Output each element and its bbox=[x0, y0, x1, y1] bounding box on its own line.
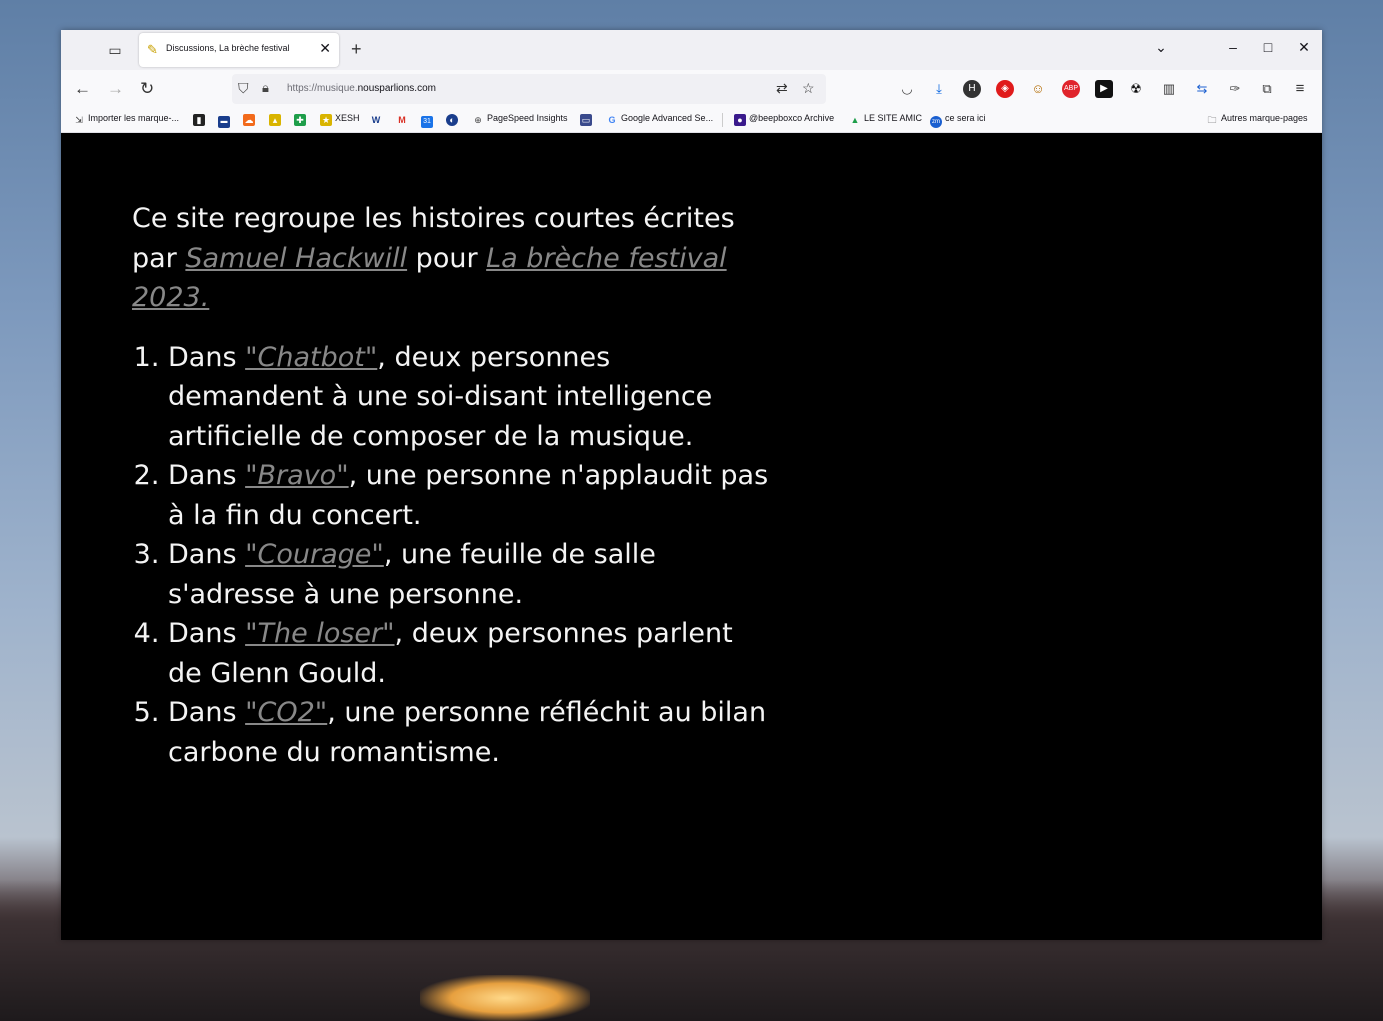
chevron-down-icon[interactable]: ⌄ bbox=[1151, 39, 1171, 56]
bookmark-calendar[interactable]: 31 bbox=[421, 113, 436, 128]
bookmark-favicon-1[interactable]: ▮ bbox=[193, 113, 208, 126]
extension-h-icon[interactable]: H bbox=[963, 80, 981, 98]
shield-icon[interactable]: ⛉ bbox=[238, 80, 249, 97]
barcode-icon[interactable]: ▥ bbox=[1160, 80, 1178, 98]
bookmark-google-advanced[interactable]: G Google Advanced Se... bbox=[606, 113, 713, 126]
bookmark-star-icon[interactable]: ☆ bbox=[802, 80, 815, 97]
adblock-icon[interactable]: ABP bbox=[1062, 80, 1080, 98]
bookmark-ce-sera-ici[interactable]: zm ce sera ici bbox=[930, 113, 986, 128]
new-tab-icon[interactable]: + bbox=[351, 39, 362, 60]
radiation-icon[interactable]: ☢ bbox=[1127, 80, 1145, 98]
bookmark-favicon-2[interactable]: ▬ bbox=[218, 113, 233, 128]
import-icon: ⇲ bbox=[75, 115, 83, 125]
extension-face-icon[interactable]: ☺ bbox=[1029, 80, 1047, 98]
story-link-bravo[interactable]: "Bravo" bbox=[245, 460, 349, 491]
intro-paragraph: Ce site regroupe les histoires courtes é… bbox=[132, 199, 772, 318]
list-item: Dans "CO2", une personne réfléchit au bi… bbox=[168, 693, 772, 772]
bookmarks-bar: ⇲ Importer les marque-... ▮ ▬ ☁ ▴ ✚ ★ XESH… bbox=[61, 108, 1322, 133]
extensions-puzzle-icon[interactable]: ⧉ bbox=[1258, 80, 1276, 98]
ublock-icon[interactable]: ◈ bbox=[996, 80, 1014, 98]
page-content: Ce site regroupe les histoires courtes é… bbox=[61, 133, 1322, 940]
bookmark-circle-icon: ◐ bbox=[446, 114, 458, 126]
xesh-icon: ★ bbox=[320, 114, 332, 126]
menu-icon[interactable]: ≡ bbox=[1291, 80, 1309, 98]
story-link-the-loser[interactable]: "The loser" bbox=[245, 618, 394, 649]
tab-list-icon[interactable]: ▭ bbox=[107, 42, 123, 58]
url-bar[interactable]: ⛉ 🔒︎ https://musique.nousparlions.com ⇄ … bbox=[232, 74, 826, 104]
play-icon[interactable]: ▶ bbox=[1095, 80, 1113, 98]
bookmark-favicon-6[interactable]: W bbox=[370, 113, 385, 126]
author-link[interactable]: Samuel Hackwill bbox=[185, 243, 407, 274]
bookmark-site-amic[interactable]: ▲ LE SITE AMIC bbox=[849, 113, 923, 126]
intro-text-middle: pour bbox=[407, 242, 487, 274]
bookmark-xesh[interactable]: ★ XESH bbox=[320, 113, 360, 126]
story-link-courage[interactable]: "Courage" bbox=[245, 539, 384, 570]
navigation-bar: ← → ↻ ⛉ 🔒︎ https://musique.nousparlions.… bbox=[61, 70, 1322, 108]
tab-title: Discussions, La brèche festival bbox=[166, 43, 290, 53]
close-window-icon[interactable]: ✕ bbox=[1294, 39, 1314, 56]
bookmark-screen-icon: ▭ bbox=[580, 114, 592, 126]
bookmark-favicon-3[interactable]: ☁ bbox=[243, 113, 258, 126]
download-icon[interactable]: ⤓ bbox=[930, 80, 948, 98]
story-link-chatbot[interactable]: "Chatbot" bbox=[245, 342, 377, 373]
browser-window: ▭ ✎ Discussions, La brèche festival ✕ + … bbox=[61, 30, 1322, 940]
bookmark-yellow-icon: ▴ bbox=[269, 114, 281, 126]
maximize-icon[interactable]: □ bbox=[1258, 39, 1278, 55]
back-icon[interactable]: ← bbox=[74, 79, 91, 99]
reload-icon[interactable]: ↻ bbox=[140, 79, 154, 99]
list-item: Dans "Courage", une feuille de salle s'a… bbox=[168, 535, 772, 614]
drive-icon: ▲ bbox=[850, 115, 860, 125]
list-item: Dans "Bravo", une personne n'applaudit p… bbox=[168, 456, 772, 535]
bookmark-w-icon: W bbox=[371, 115, 381, 125]
list-item: Dans "Chatbot", deux personnes demandent… bbox=[168, 338, 772, 457]
wallpaper-light bbox=[420, 975, 590, 1021]
bookmark-beepbox[interactable]: ● @beepboxco Archive bbox=[734, 113, 834, 126]
calendar-icon: 31 bbox=[421, 116, 433, 128]
forward-icon[interactable]: → bbox=[107, 79, 124, 99]
list-item: Dans "The loser", deux personnes parlent… bbox=[168, 614, 772, 693]
tab-strip: ▭ ✎ Discussions, La brèche festival ✕ + … bbox=[61, 30, 1322, 70]
soundcloud-icon: ☁ bbox=[243, 114, 255, 126]
favicon-icon: ✎ bbox=[147, 42, 158, 57]
google-icon: G bbox=[608, 115, 616, 125]
folder-icon: 🗀︎ bbox=[1207, 115, 1217, 125]
story-link-co2[interactable]: "CO2" bbox=[245, 697, 327, 728]
lock-icon[interactable]: 🔒︎ bbox=[262, 80, 269, 96]
bookmark-blue-icon: ▬ bbox=[218, 116, 230, 128]
close-tab-icon[interactable]: ✕ bbox=[319, 40, 331, 57]
gmail-icon: M bbox=[398, 115, 406, 125]
story-text: Ce site regroupe les histoires courtes é… bbox=[132, 199, 772, 772]
minimize-icon[interactable]: – bbox=[1223, 39, 1243, 55]
bookmark-separator bbox=[722, 113, 723, 127]
bookmark-favicon-4[interactable]: ▴ bbox=[269, 113, 284, 126]
url-text[interactable]: https://musique.nousparlions.com bbox=[287, 83, 436, 94]
beepbox-icon: ● bbox=[734, 114, 746, 126]
translate-extension-icon[interactable]: ⇆ bbox=[1193, 80, 1211, 98]
bookmark-favicon-8[interactable]: ▭ bbox=[580, 113, 595, 126]
zoom-icon: zm bbox=[930, 116, 942, 128]
bookmark-favicon-7[interactable]: ◐ bbox=[446, 113, 461, 126]
eyedropper-icon[interactable]: ✑ bbox=[1226, 80, 1244, 98]
pocket-icon[interactable]: ◡ bbox=[898, 80, 916, 98]
active-tab[interactable]: ✎ Discussions, La brèche festival ✕ bbox=[139, 33, 339, 67]
translate-icon[interactable]: ⇄ bbox=[776, 80, 788, 97]
bookmark-import[interactable]: ⇲ Importer les marque-... bbox=[73, 113, 179, 126]
globe-icon: ⊕ bbox=[474, 115, 482, 125]
sheets-icon: ✚ bbox=[294, 114, 306, 126]
bookmark-pagespeed[interactable]: ⊕ PageSpeed Insights bbox=[472, 113, 567, 126]
stories-list: Dans "Chatbot", deux personnes demandent… bbox=[132, 338, 772, 773]
bookmark-dark-icon: ▮ bbox=[193, 114, 205, 126]
bookmark-gmail[interactable]: M bbox=[396, 113, 411, 126]
bookmark-favicon-5[interactable]: ✚ bbox=[294, 113, 309, 126]
bookmark-other[interactable]: 🗀︎ Autres marque-pages bbox=[1206, 113, 1307, 126]
